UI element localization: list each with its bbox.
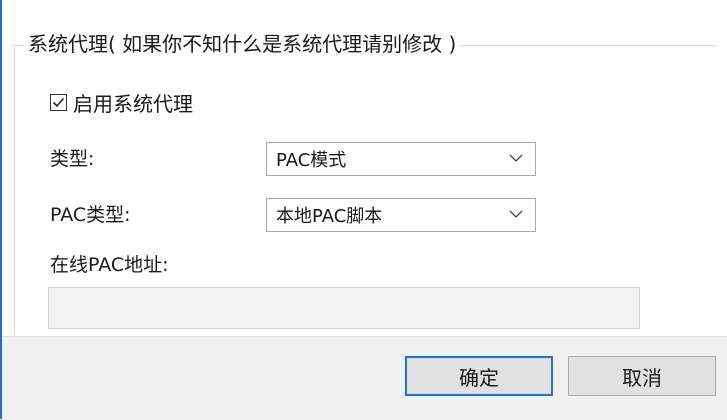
type-label: 类型: bbox=[50, 148, 95, 170]
type-select[interactable]: PAC模式 bbox=[266, 142, 536, 176]
enable-proxy-label: 启用系统代理 bbox=[73, 91, 193, 116]
chevron-down-icon bbox=[509, 210, 523, 218]
type-select-value: PAC模式 bbox=[276, 150, 347, 171]
cancel-button[interactable]: 取消 bbox=[568, 356, 716, 396]
pac-type-label: PAC类型: bbox=[50, 204, 131, 226]
pac-type-select[interactable]: 本地PAC脚本 bbox=[266, 198, 536, 232]
enable-proxy-checkbox[interactable] bbox=[50, 93, 67, 111]
pac-url-label: 在线PAC地址: bbox=[50, 254, 169, 276]
pac-url-input[interactable] bbox=[48, 287, 640, 329]
pac-type-select-value: 本地PAC脚本 bbox=[276, 206, 383, 227]
groupbox-title: 系统代理( 如果你不知什么是系统代理请别修改 ) bbox=[24, 30, 461, 58]
ok-button[interactable]: 确定 bbox=[405, 356, 553, 396]
chevron-down-icon bbox=[509, 154, 523, 162]
enable-proxy-checkbox-row[interactable]: 启用系统代理 bbox=[50, 88, 193, 116]
checkmark-icon bbox=[52, 97, 65, 107]
